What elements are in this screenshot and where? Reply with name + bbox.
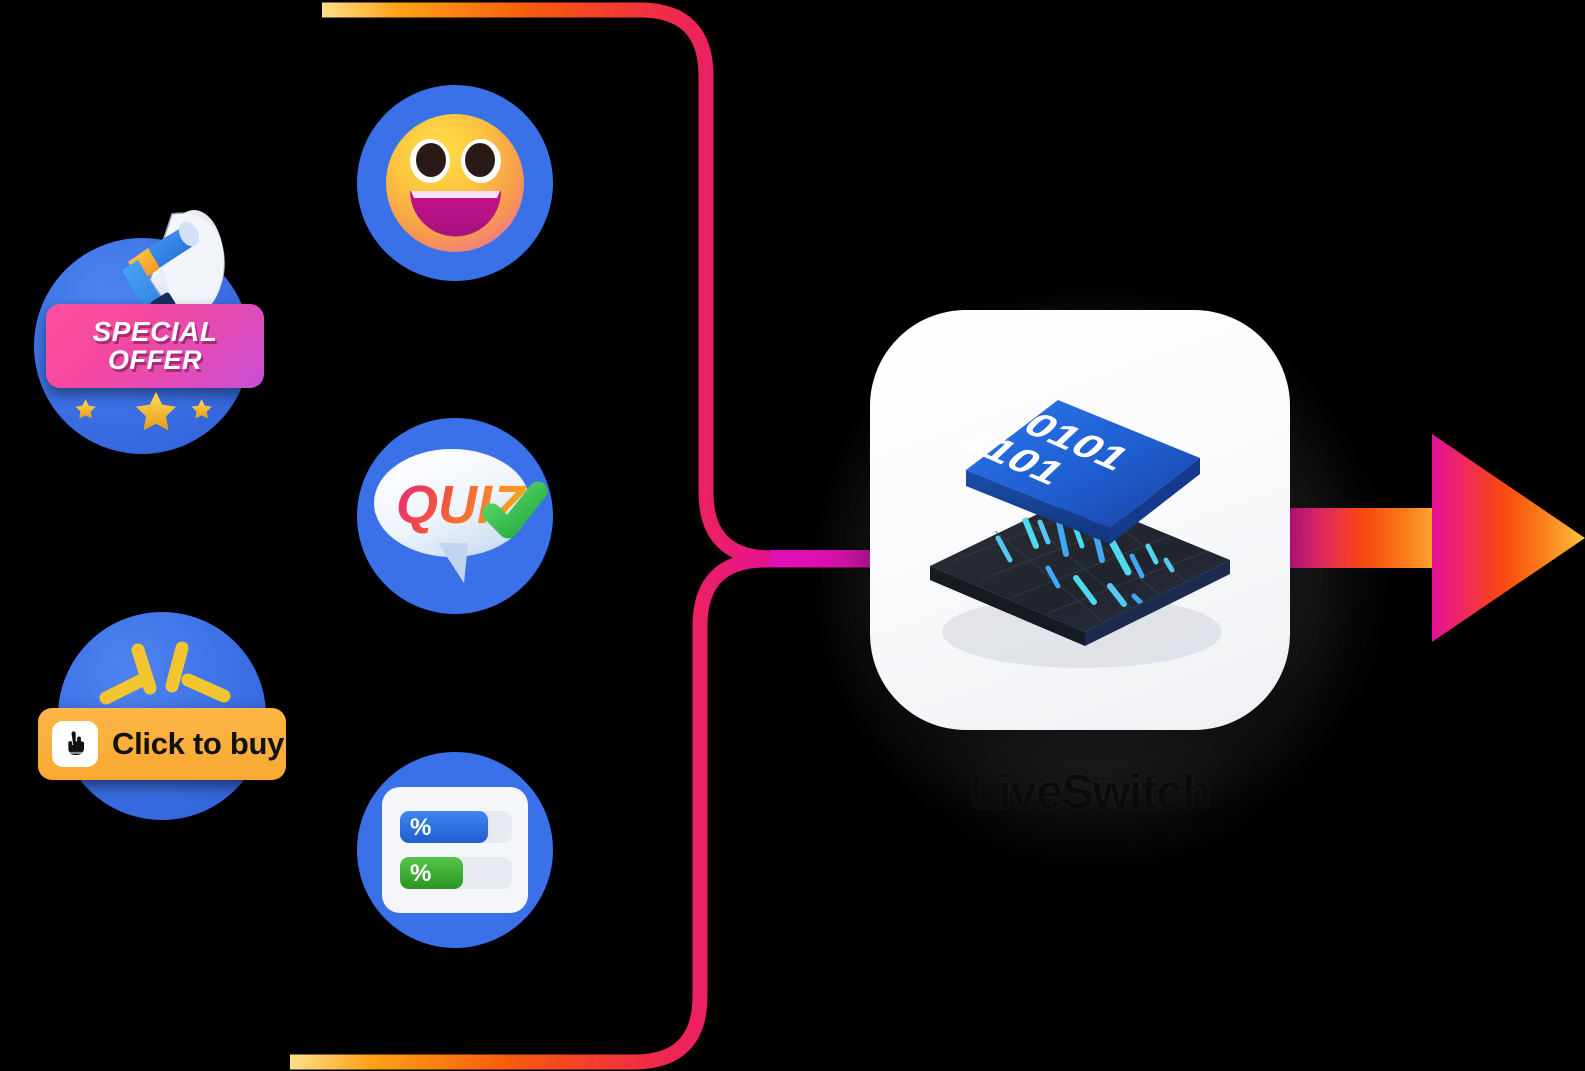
smiling-face-emoji-icon <box>386 114 524 252</box>
app-name-label: LiveSwitch <box>969 766 1212 819</box>
stars-icon <box>76 392 212 431</box>
click-to-buy-plate[interactable]: Click to buy <box>38 708 286 780</box>
special-offer-line2: OFFER <box>108 344 202 375</box>
poll-bar-2-symbol: % <box>410 860 431 887</box>
click-to-buy-badge[interactable]: Click to buy <box>30 608 286 828</box>
feature-polls[interactable]: % % <box>357 752 553 948</box>
app-icon-block[interactable]: 0101 1101 LiveSwitch <box>790 265 1390 885</box>
app-icon-tile[interactable]: 0101 1101 <box>870 310 1290 730</box>
feature-quiz[interactable]: QUIZ <box>357 418 553 614</box>
quiz-bubble-icon: QUIZ <box>374 449 548 583</box>
feature-emoji-reactions[interactable] <box>357 85 553 281</box>
cursor-click-icon <box>52 721 98 767</box>
special-offer-badge[interactable]: SPECIAL OFFER <box>16 196 268 454</box>
special-offer-line1: SPECIAL <box>92 315 218 347</box>
binary-layers-app-icon: 0101 1101 <box>930 400 1230 668</box>
poll-bars-icon: % % <box>382 787 528 913</box>
arrow-head <box>1432 434 1585 642</box>
click-to-buy-label: Click to buy <box>112 726 285 761</box>
special-offer-plate: SPECIAL OFFER <box>46 304 264 388</box>
poll-bar-1-symbol: % <box>410 814 431 841</box>
canvas: SPECIAL OFFER Click to buy QUIZ % % 0101… <box>0 0 1585 1071</box>
